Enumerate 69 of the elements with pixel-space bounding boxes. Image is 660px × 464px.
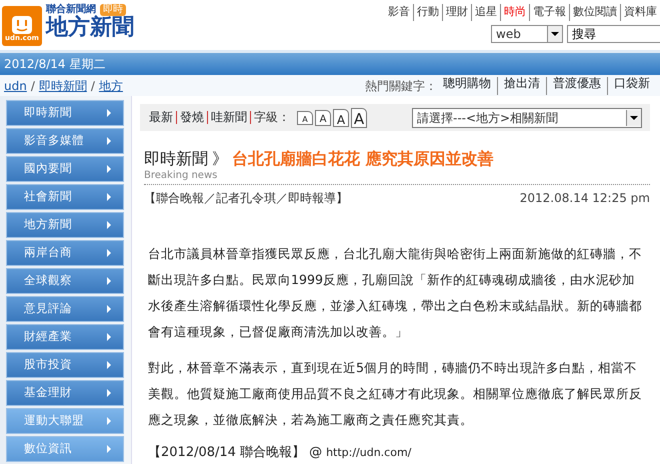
toolbar-link[interactable]: 發燒 [176, 110, 207, 124]
keyword-link[interactable]: 普渡優惠 [546, 76, 607, 94]
font-size-button[interactable]: A [315, 110, 331, 126]
toolbar-link[interactable]: 哇新聞 [207, 110, 250, 124]
search-field[interactable]: 搜尋 [567, 24, 660, 42]
sidebar-item[interactable]: 兩岸台商 [6, 240, 124, 266]
sidebar-item[interactable]: 社會新聞 [6, 184, 124, 210]
sidebar-item[interactable]: 即時新聞 [6, 100, 124, 126]
nav-link[interactable]: 影音 [385, 4, 413, 20]
nav-link[interactable]: 電子報 [529, 4, 569, 20]
article-headline: 台北孔廟牆白花花 應究其原因並改善 [232, 148, 494, 170]
breadcrumb-separator: / [90, 78, 95, 94]
keyword-link[interactable]: 聰明購物 [437, 76, 497, 94]
breadcrumb-link[interactable]: 地方 [98, 76, 123, 94]
arrow-icon [107, 445, 111, 453]
arrow-icon [107, 361, 111, 369]
section-title: 即時新聞 [144, 150, 208, 168]
arrow-icon [107, 109, 111, 117]
network-name: 聯合新聞網 [46, 5, 96, 15]
arrow-icon [107, 305, 111, 313]
source-line: 【2012/08/14 聯合晚報】 [148, 444, 306, 462]
engine-select[interactable]: web [491, 24, 563, 42]
nav-link[interactable]: 資料庫 [620, 4, 660, 20]
article-paragraph: 台北市議員林晉章指獲民眾反應，台北孔廟大龍街與哈密街上兩面新施做的紅磚牆，不斷出現許多白點。民眾向1999反應，孔廟回說「新作的紅磚魂砌成牆後，由水泥砂加水後產生溶解循環性化學反應，並滲入紅磚塊，帶出之白色粉末或結晶狀。新的磚牆都會有這種現象，已督促廠商清洗加以改善。」 [148, 245, 643, 341]
breadcrumb-link[interactable]: 即時新聞 [38, 76, 87, 94]
site-title[interactable]: 地方新聞 [46, 16, 134, 40]
plug-face-icon [11, 15, 33, 35]
sidebar-item[interactable]: 全球觀察 [6, 268, 124, 294]
live-badge: 即時 [100, 4, 126, 16]
font-size-button[interactable]: A [297, 110, 313, 124]
keyword-link[interactable]: 搶出清 [497, 76, 546, 94]
arrow-icon [107, 249, 111, 257]
sidebar-item[interactable]: 意見評論 [6, 296, 124, 322]
hot-keywords-label: 熱門關鍵字： [365, 78, 437, 94]
arrow-icon [107, 165, 111, 173]
nav-link[interactable]: 行動 [413, 4, 442, 20]
arrow-icon [107, 417, 111, 425]
arrow-icon [107, 193, 111, 201]
font-size-button[interactable]: A [333, 108, 349, 126]
section-subtitle: Breaking news [144, 171, 218, 181]
sidebar-item[interactable]: 國內要聞 [6, 156, 124, 182]
sidebar-item[interactable]: 股市投資 [6, 352, 124, 378]
sidebar-item[interactable]: 基金理財 [6, 380, 124, 406]
nav-link[interactable]: 理財 [442, 4, 471, 20]
related-news-select[interactable]: 請選擇---<地方>相關新聞 [412, 108, 642, 128]
arrow-icon [107, 221, 111, 229]
arrow-icon [107, 333, 111, 341]
font-size-button[interactable]: A [351, 108, 367, 128]
arrow-icon [107, 389, 111, 397]
keyword-link[interactable]: 口袋新 [607, 76, 656, 94]
breadcrumb-link[interactable]: udn [4, 76, 27, 94]
nav-link[interactable]: 追星 [471, 4, 500, 20]
toolbar-link[interactable]: 最新 [146, 110, 176, 124]
at-sign: @ [309, 444, 322, 462]
arrow-icon [107, 137, 111, 145]
sidebar-item[interactable]: 影音多媒體 [6, 128, 124, 154]
sidebar-item[interactable]: 財經產業 [6, 324, 124, 350]
date-bar: 2012/8/14 星期二 [0, 50, 660, 75]
article-paragraph: 對此，林晉章不滿表示，直到現在近5個月的時間，磚牆仍不時出現許多白點，相當不美觀。他質疑施工廠商使用品質不良之紅磚才有此現象。相關單位應徹底了解民眾所反應之現象，並徹底解決，若為施工廠商之責任應究其責。 [148, 359, 643, 429]
sidebar-item[interactable]: 地方新聞 [6, 212, 124, 238]
source-link[interactable]: http://udn.com/ [326, 444, 412, 461]
nav-link[interactable]: 數位閱讀 [569, 4, 620, 20]
nav-link[interactable]: 時尚 [500, 4, 529, 20]
timestamp: 2012.08.14 12:25 pm [520, 190, 650, 207]
font-size-label: 字級： [250, 110, 293, 124]
arrow-icon [107, 277, 111, 285]
byline: 【聯合晚報／記者孔令琪／即時報導】 [144, 190, 348, 207]
section-separator: 》 [212, 150, 228, 168]
breadcrumb-separator: / [30, 78, 35, 94]
